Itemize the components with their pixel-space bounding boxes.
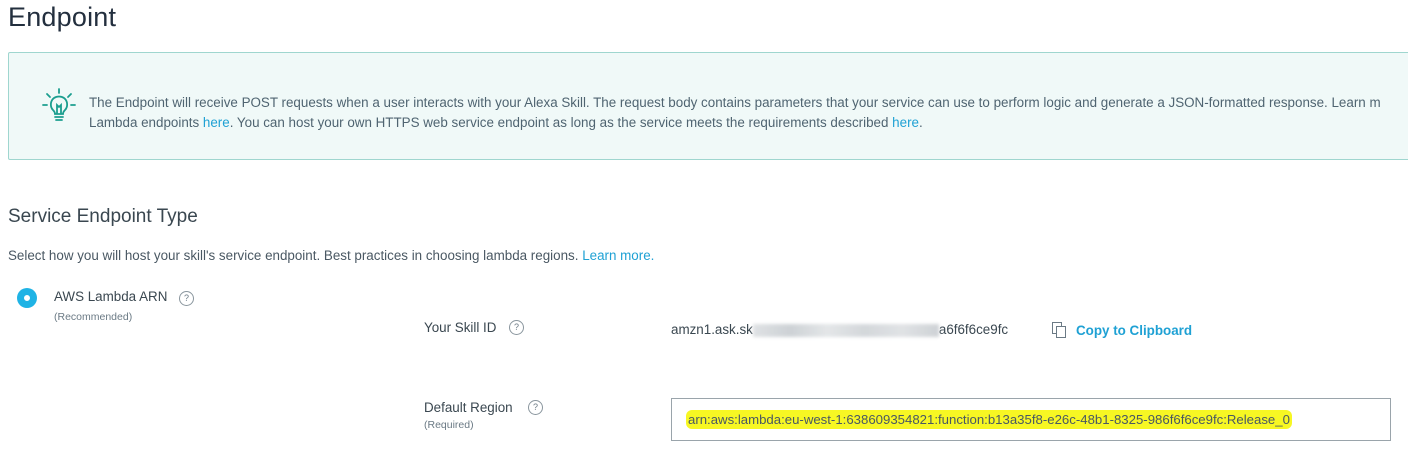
lambda-endpoints-here-link[interactable]: here	[203, 115, 230, 130]
aws-lambda-arn-radio[interactable]	[17, 288, 37, 308]
skill-id-prefix: amzn1.ask.sk	[671, 322, 753, 337]
copy-to-clipboard-button[interactable]: Copy to Clipboard	[1052, 320, 1192, 340]
recommended-label: (Recommended)	[54, 311, 133, 323]
skill-id-suffix: a6f6f6ce9fc	[938, 322, 1009, 337]
skill-id-label: Your Skill ID	[424, 320, 497, 335]
banner-text: The Endpoint will receive POST requests …	[89, 93, 1381, 133]
aws-lambda-arn-help-icon[interactable]: ?	[179, 291, 194, 306]
aws-lambda-arn-label[interactable]: AWS Lambda ARN	[54, 289, 167, 304]
default-region-label: Default Region	[424, 400, 513, 415]
skill-id-help-icon[interactable]: ?	[509, 320, 524, 335]
learn-more-link[interactable]: Learn more.	[582, 248, 654, 263]
required-label: (Required)	[424, 419, 474, 431]
banner-line-1: The Endpoint will receive POST requests …	[89, 95, 1381, 110]
section-description-text: Select how you will host your skill's se…	[8, 248, 579, 263]
copy-to-clipboard-label[interactable]: Copy to Clipboard	[1076, 323, 1192, 338]
info-banner: The Endpoint will receive POST requests …	[8, 52, 1408, 160]
banner-line-2-middle: . You can host your own HTTPS web servic…	[229, 115, 893, 130]
arn-value: arn:aws:lambda:eu-west-1:638609354821:fu…	[686, 410, 1292, 429]
skill-id-redacted	[752, 323, 939, 337]
radio-dot	[22, 293, 32, 303]
section-title: Service Endpoint Type	[8, 206, 198, 227]
requirements-here-link[interactable]: here	[892, 115, 919, 130]
copy-icon	[1052, 322, 1066, 338]
section-description: Select how you will host your skill's se…	[8, 248, 654, 263]
default-region-help-icon[interactable]: ?	[528, 400, 543, 415]
lightbulb-icon	[42, 88, 76, 121]
page-title: Endpoint	[8, 2, 117, 32]
banner-line-2-suffix: .	[918, 115, 923, 130]
banner-line-2-prefix: Lambda endpoints	[89, 115, 203, 130]
default-region-arn-input[interactable]: arn:aws:lambda:eu-west-1:638609354821:fu…	[671, 398, 1391, 441]
skill-id-value: amzn1.ask.sk a6f6f6ce9fc	[671, 322, 1008, 337]
banner-line-2: Lambda endpoints here. You can host your…	[89, 113, 1381, 133]
